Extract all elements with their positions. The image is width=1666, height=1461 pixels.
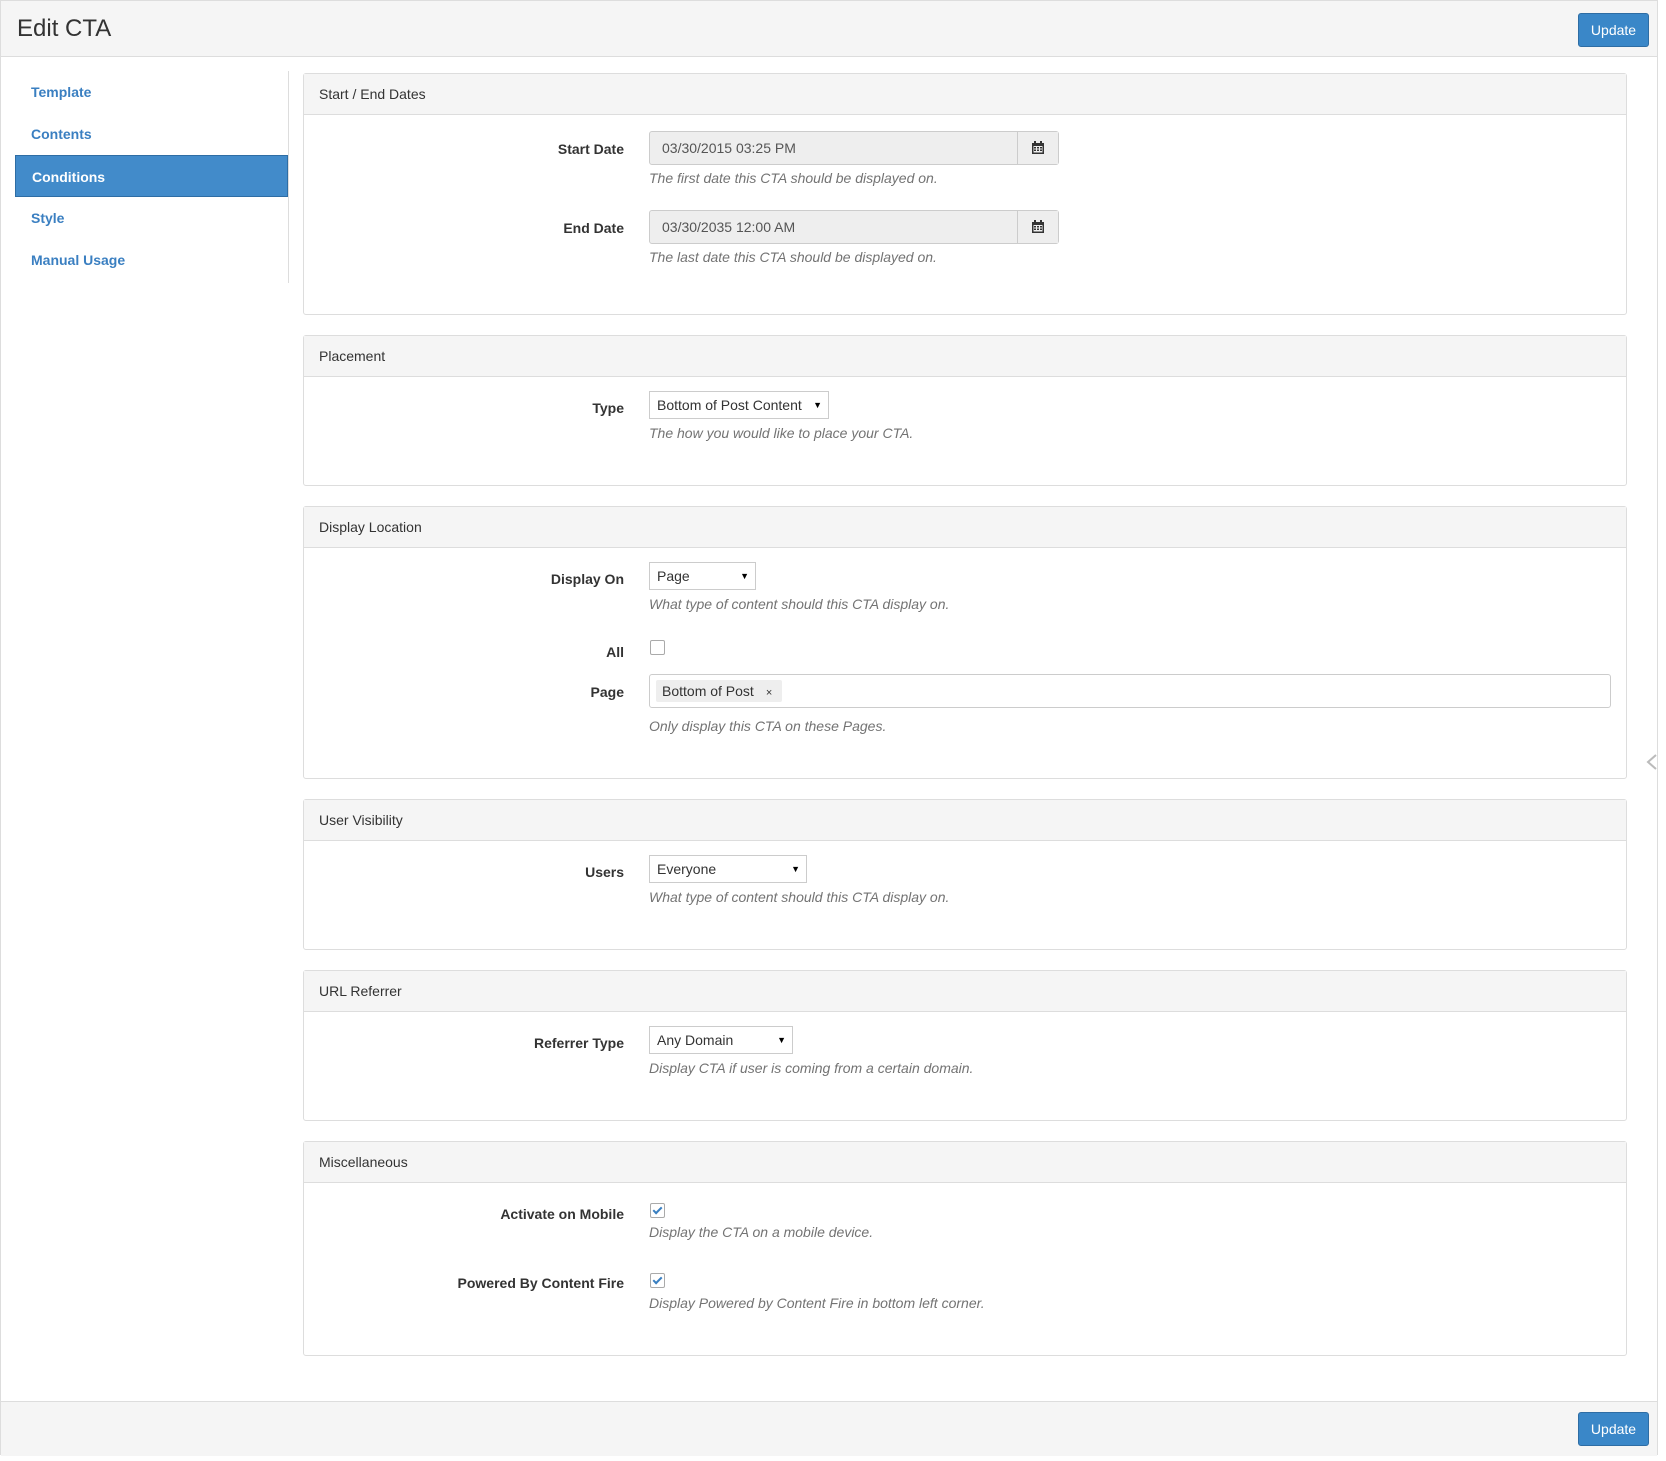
start-date-label: Start Date	[557, 141, 624, 157]
referrer-type-label: Referrer Type	[533, 1035, 624, 1051]
panel-heading-user-visibility: User Visibility	[304, 800, 1626, 841]
panel-miscellaneous: Miscellaneous Activate on Mobile Display…	[303, 1141, 1627, 1356]
header-bar: Edit CTA Update	[1, 1, 1657, 57]
end-date-field[interactable]: 03/30/2035 12:00 AM	[649, 210, 1059, 244]
panel-url-referrer: URL Referrer Referrer Type Any Domain ▼ …	[303, 970, 1627, 1121]
end-date-value: 03/30/2035 12:00 AM	[662, 219, 796, 235]
end-date-label: End Date	[563, 220, 624, 236]
check-icon	[652, 1204, 663, 1215]
display-on-select[interactable]: Page ▼	[649, 562, 756, 590]
panel-placement: Placement Type Bottom of Post Content ▼ …	[303, 335, 1627, 486]
powered-by-help: Display Powered by Content Fire in botto…	[649, 1295, 985, 1311]
page-label: Page	[590, 684, 624, 700]
collapse-arrow-icon[interactable]	[1645, 753, 1657, 771]
start-date-help: The first date this CTA should be displa…	[649, 170, 938, 186]
sidebar-item-contents[interactable]: Contents	[15, 113, 288, 155]
footer-bar: Update	[1, 1401, 1657, 1456]
caret-down-icon: ▼	[777, 1035, 786, 1045]
panel-heading-placement: Placement	[304, 336, 1626, 377]
caret-down-icon: ▼	[791, 864, 800, 874]
update-button-top[interactable]: Update	[1578, 13, 1649, 47]
caret-down-icon: ▼	[813, 400, 822, 410]
page-tag-input[interactable]: Bottom of Post ×	[649, 674, 1611, 708]
panel-heading-dates: Start / End Dates	[304, 74, 1626, 115]
referrer-type-value: Any Domain	[657, 1032, 734, 1048]
update-button-bottom[interactable]: Update	[1578, 1412, 1649, 1446]
activate-mobile-checkbox[interactable]	[650, 1203, 665, 1218]
page-tag: Bottom of Post ×	[656, 680, 783, 704]
sidebar-item-template[interactable]: Template	[15, 71, 288, 113]
start-date-field[interactable]: 03/30/2015 03:25 PM	[649, 131, 1059, 165]
caret-down-icon: ▼	[740, 571, 749, 581]
calendar-icon[interactable]	[1017, 211, 1058, 243]
display-on-help: What type of content should this CTA dis…	[649, 596, 950, 612]
referrer-type-select[interactable]: Any Domain ▼	[649, 1026, 793, 1054]
edit-cta-window: Edit CTA Update Template Contents Condit…	[0, 0, 1658, 1456]
powered-by-label: Powered By Content Fire	[457, 1275, 624, 1291]
panel-heading-miscellaneous: Miscellaneous	[304, 1142, 1626, 1183]
calendar-icon[interactable]	[1017, 132, 1058, 164]
start-date-value: 03/30/2015 03:25 PM	[662, 140, 796, 156]
panel-start-end-dates: Start / End Dates Start Date 03/30/2015 …	[303, 73, 1627, 315]
page-tag-label: Bottom of Post	[662, 683, 754, 699]
panel-display-location: Display Location Display On Page ▼ What …	[303, 506, 1627, 779]
users-select[interactable]: Everyone ▼	[649, 855, 807, 883]
all-label: All	[606, 644, 624, 660]
display-on-value: Page	[657, 568, 690, 584]
placement-type-select[interactable]: Bottom of Post Content ▼	[649, 391, 829, 419]
referrer-type-help: Display CTA if user is coming from a cer…	[649, 1060, 974, 1076]
sidebar-item-style[interactable]: Style	[15, 197, 288, 239]
panel-user-visibility: User Visibility Users Everyone ▼ What ty…	[303, 799, 1627, 950]
users-value: Everyone	[657, 861, 717, 877]
end-date-help: The last date this CTA should be display…	[649, 249, 937, 265]
users-help: What type of content should this CTA dis…	[649, 889, 950, 905]
activate-mobile-help: Display the CTA on a mobile device.	[649, 1224, 874, 1240]
placement-type-value: Bottom of Post Content	[657, 397, 802, 413]
remove-tag-icon[interactable]: ×	[766, 682, 772, 704]
page-title: Edit CTA	[17, 15, 112, 42]
placement-type-label: Type	[592, 400, 624, 416]
page-help: Only display this CTA on these Pages.	[649, 718, 887, 734]
sidebar-nav: Template Contents Conditions Style Manua…	[15, 71, 289, 283]
all-checkbox[interactable]	[650, 640, 665, 655]
powered-by-checkbox[interactable]	[650, 1273, 665, 1288]
display-on-label: Display On	[550, 571, 624, 587]
sidebar-item-conditions[interactable]: Conditions	[15, 155, 288, 197]
users-label: Users	[585, 864, 624, 880]
panel-heading-display-location: Display Location	[304, 507, 1626, 548]
placement-type-help: The how you would like to place your CTA…	[649, 425, 914, 441]
check-icon	[652, 1274, 663, 1285]
sidebar-item-manual-usage[interactable]: Manual Usage	[15, 239, 288, 281]
panel-heading-url-referrer: URL Referrer	[304, 971, 1626, 1012]
conditions-content: Start / End Dates Start Date 03/30/2015 …	[303, 73, 1627, 1376]
activate-mobile-label: Activate on Mobile	[500, 1206, 624, 1222]
